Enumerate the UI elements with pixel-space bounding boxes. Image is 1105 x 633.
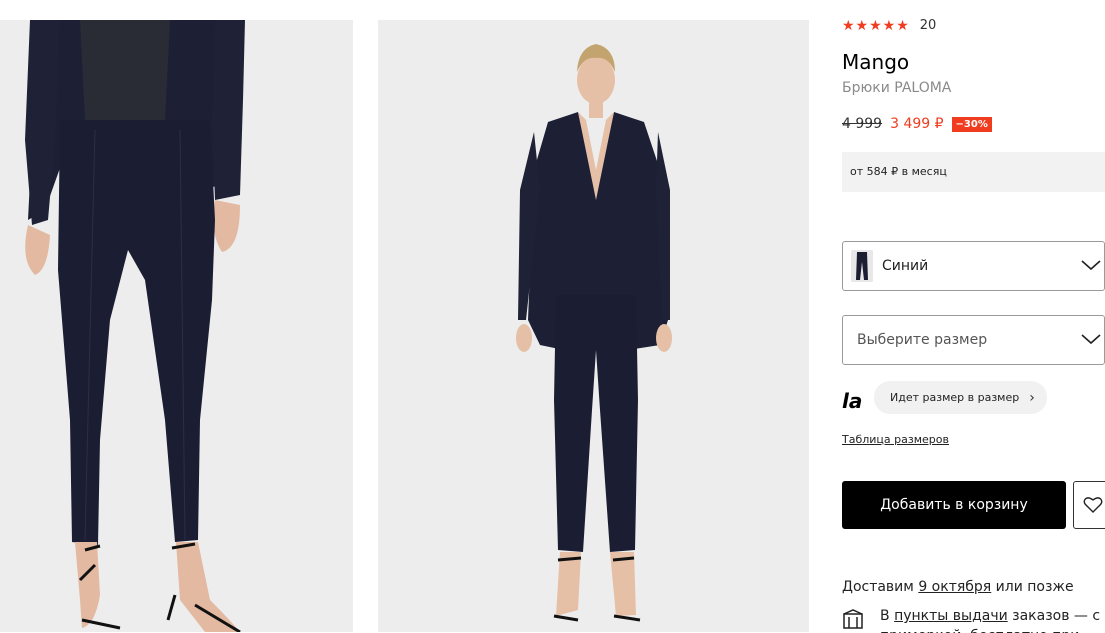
product-name: Брюки PALOMA — [842, 80, 952, 96]
product-rating[interactable]: ★★★★★ 20 — [842, 18, 936, 34]
model-full-image — [378, 20, 809, 632]
product-page: ★★★★★ 20 Mango Брюки PALOMA 4 999 3 499 … — [0, 0, 1105, 633]
color-select[interactable]: Синий — [842, 241, 1105, 291]
size-table-link[interactable]: Таблица размеров — [842, 433, 949, 447]
color-swatch-thumbnail — [851, 250, 873, 282]
chevron-down-icon — [1080, 331, 1102, 347]
chevron-down-icon — [1080, 257, 1102, 273]
pickup-info: В пункты выдачи заказов — с примеркой, б… — [842, 606, 1105, 633]
pickup-text: В пункты выдачи заказов — с примеркой, б… — [880, 606, 1105, 633]
fit-bubble[interactable]: Идет размер в размер › — [874, 381, 1047, 414]
color-select-value: Синий — [882, 258, 929, 274]
brand-name[interactable]: Mango — [842, 50, 909, 74]
delivery-suffix: или позже — [995, 579, 1074, 595]
product-photo-closeup[interactable] — [0, 20, 353, 632]
new-price: 3 499 ₽ — [890, 116, 944, 132]
size-select-placeholder: Выберите размер — [857, 332, 988, 348]
trousers-thumbnail-icon — [851, 250, 873, 282]
discount-badge: −30% — [951, 116, 992, 132]
price-row: 4 999 3 499 ₽ −30% — [842, 115, 1105, 133]
old-price: 4 999 — [842, 116, 883, 132]
rating-stars: ★★★★★ — [842, 18, 910, 34]
heart-icon — [1083, 497, 1103, 513]
fit-info-row: la Идет размер в размер › — [842, 381, 1047, 414]
rating-count: 20 — [919, 18, 937, 33]
pickup-prefix: В — [880, 608, 890, 624]
delivery-info: Доставим 9 октября или позже — [842, 578, 1074, 596]
delivery-prefix: Доставим — [842, 579, 914, 595]
chevron-right-icon: › — [1029, 389, 1035, 406]
pickup-point-icon — [843, 609, 863, 629]
pickup-points-link[interactable]: пункты выдачи — [894, 608, 1008, 624]
installment-info[interactable]: от 584 ₽ в месяц — [842, 152, 1105, 192]
size-select[interactable]: Выберите размер — [842, 315, 1105, 365]
add-to-cart-button[interactable]: Добавить в корзину — [842, 481, 1066, 529]
product-info-panel: ★★★★★ 20 Mango Брюки PALOMA 4 999 3 499 … — [842, 0, 1105, 633]
fit-label: Идет размер в размер — [890, 391, 1020, 404]
la-logo: la — [842, 388, 863, 413]
product-photo-model[interactable] — [378, 20, 809, 632]
favorite-button[interactable] — [1073, 481, 1105, 529]
trousers-closeup-image — [0, 20, 353, 632]
delivery-date[interactable]: 9 октября — [918, 579, 991, 595]
